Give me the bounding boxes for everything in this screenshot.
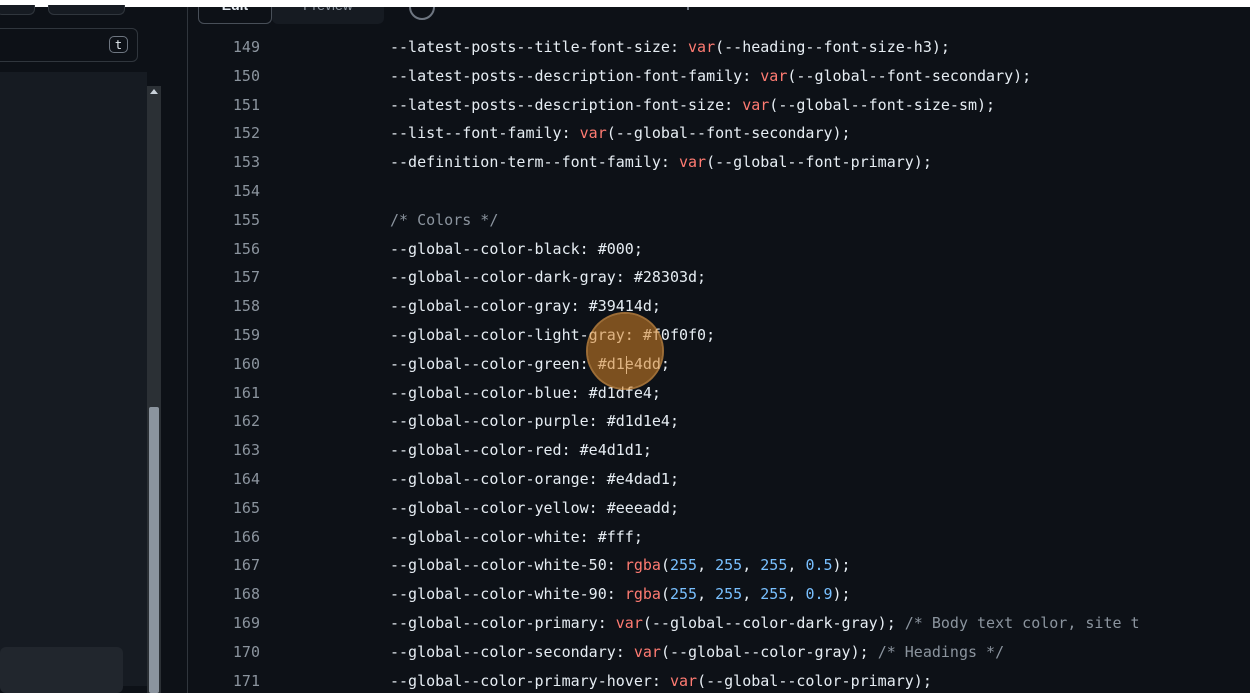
line-number: 151 — [232, 95, 260, 114]
line-text[interactable]: --list--font-family: var(--global--font-… — [390, 119, 851, 148]
code-line[interactable]: 164 --global--color-orange: #e4dad1; — [188, 465, 1250, 494]
line-text[interactable]: --global--color-orange: #e4dad1; — [390, 465, 679, 494]
line-text[interactable]: --global--color-black: #000; — [390, 235, 643, 264]
code-line[interactable]: 163 --global--color-red: #e4d1d1; — [188, 436, 1250, 465]
line-number: 164 — [232, 469, 260, 488]
tab-edit[interactable]: Edit — [198, 7, 272, 24]
line-number: 157 — [232, 268, 260, 287]
code-line[interactable]: 158 --global--color-gray: #39414d; — [188, 292, 1250, 321]
code-line[interactable]: 156 --global--color-black: #000; — [188, 235, 1250, 264]
keyboard-shortcut-badge: t — [109, 36, 128, 53]
line-text[interactable]: --global--color-red: #e4d1d1; — [390, 436, 652, 465]
line-text[interactable]: --global--color-secondary: var(--global-… — [390, 638, 1004, 667]
code-line[interactable]: 159 --global--color-light-gray: #f0f0f0; — [188, 321, 1250, 350]
line-number: 165 — [232, 498, 260, 517]
line-text[interactable]: --global--color-white-50: rgba(255, 255,… — [390, 551, 851, 580]
line-number: 162 — [232, 412, 260, 431]
line-number: 166 — [232, 527, 260, 546]
line-text[interactable]: --global--color-dark-gray: #28303d; — [390, 263, 706, 292]
code-lines[interactable]: 149 --latest-posts--title-font-size: var(… — [188, 33, 1250, 693]
line-text[interactable]: --global--color-white-90: rgba(255, 255,… — [390, 580, 851, 609]
line-number: 159 — [232, 325, 260, 344]
file-tree-panel — [0, 72, 147, 686]
code-line[interactable]: 149 --latest-posts--title-font-size: var(… — [188, 33, 1250, 62]
code-line[interactable]: 169 --global--color-primary: var(--global… — [188, 609, 1250, 638]
code-line[interactable]: 171 --global--color-primary-hover: var(--… — [188, 667, 1250, 693]
line-text[interactable]: --latest-posts--title-font-size: var(--h… — [390, 33, 950, 62]
file-tree-selected-item[interactable] — [0, 647, 123, 693]
line-number: 149 — [232, 38, 260, 56]
line-number: 152 — [232, 124, 260, 143]
line-number: 150 — [232, 66, 260, 85]
code-line[interactable]: 166 --global--color-white: #fff; — [188, 523, 1250, 552]
sidebar-toggle-button[interactable] — [0, 5, 35, 15]
code-line[interactable]: 151 --latest-posts--description-font-size… — [188, 91, 1250, 120]
sidebar-branch-button[interactable] — [48, 5, 125, 15]
line-text[interactable]: --global--color-primary: var(--global--c… — [390, 609, 1140, 638]
code-line[interactable]: 152 --list--font-family: var(--global--fo… — [188, 119, 1250, 148]
code-line[interactable]: 167 --global--color-white-50: rgba(255, 2… — [188, 551, 1250, 580]
line-text[interactable]: /* Colors */ — [390, 206, 498, 235]
code-line-active[interactable]: 160 --global--color-green: #d1e4dd; — [188, 350, 1250, 379]
code-line[interactable]: 161 --global--color-blue: #d1dfe4; — [188, 379, 1250, 408]
line-number: 170 — [232, 642, 260, 661]
tab-preview[interactable]: Preview — [272, 7, 384, 24]
code-line[interactable]: 154 — [188, 177, 1250, 206]
go-to-file-input[interactable]: t — [0, 28, 138, 62]
line-number: 168 — [232, 585, 260, 604]
line-number: 153 — [232, 153, 260, 172]
scroll-up-arrow-icon[interactable] — [150, 89, 158, 94]
line-number: 160 — [232, 354, 260, 373]
code-line[interactable]: 157 --global--color-dark-gray: #28303d; — [188, 263, 1250, 292]
line-text[interactable]: --global--color-green: #d1e4dd; — [390, 350, 670, 379]
code-line[interactable]: 153 --definition-term--font-family: var(-… — [188, 148, 1250, 177]
line-text[interactable]: --latest-posts--description-font-family:… — [390, 62, 1031, 91]
line-number: 156 — [232, 239, 260, 258]
code-line[interactable]: 168 --global--color-white-90: rgba(255, 2… — [188, 580, 1250, 609]
code-editor[interactable]: Edit Preview 149 --latest-posts--title-fo… — [187, 7, 1250, 693]
help-icon[interactable] — [409, 7, 435, 20]
line-number: 158 — [232, 297, 260, 316]
code-line[interactable]: 170 --global--color-secondary: var(--glob… — [188, 638, 1250, 667]
line-text[interactable]: --definition-term--font-family: var(--gl… — [390, 148, 932, 177]
github-file-editor: t Edit Preview 149 --latest-posts--title-… — [0, 0, 1250, 693]
file-tree-scrollbar-thumb[interactable] — [149, 407, 159, 693]
line-number: 161 — [232, 383, 260, 402]
line-number: 169 — [232, 613, 260, 632]
line-text[interactable]: --global--color-purple: #d1d1e4; — [390, 407, 679, 436]
code-line[interactable]: 150 --latest-posts--description-font-fami… — [188, 62, 1250, 91]
line-text[interactable]: --latest-posts--description-font-size: v… — [390, 91, 995, 120]
line-number: 167 — [232, 556, 260, 575]
code-line[interactable]: 155 /* Colors */ — [188, 206, 1250, 235]
code-line[interactable]: 165 --global--color-yellow: #eeeadd; — [188, 494, 1250, 523]
text-caret — [626, 355, 627, 374]
line-text[interactable]: --global--color-blue: #d1dfe4; — [390, 379, 661, 408]
top-page-strip — [0, 0, 1250, 7]
line-text[interactable]: --global--color-primary-hover: var(--glo… — [390, 667, 932, 693]
line-text[interactable]: --global--color-gray: #39414d; — [390, 292, 661, 321]
line-text[interactable]: --global--color-light-gray: #f0f0f0; — [390, 321, 715, 350]
line-number: 155 — [232, 210, 260, 229]
code-line[interactable]: 162 --global--color-purple: #d1d1e4; — [188, 407, 1250, 436]
line-text[interactable]: --global--color-white: #fff; — [390, 523, 643, 552]
line-number: 171 — [232, 671, 260, 690]
toolbar-separator — [687, 7, 689, 10]
line-number: 163 — [232, 441, 260, 460]
line-text[interactable]: --global--color-yellow: #eeeadd; — [390, 494, 679, 523]
line-number: 154 — [232, 181, 260, 200]
